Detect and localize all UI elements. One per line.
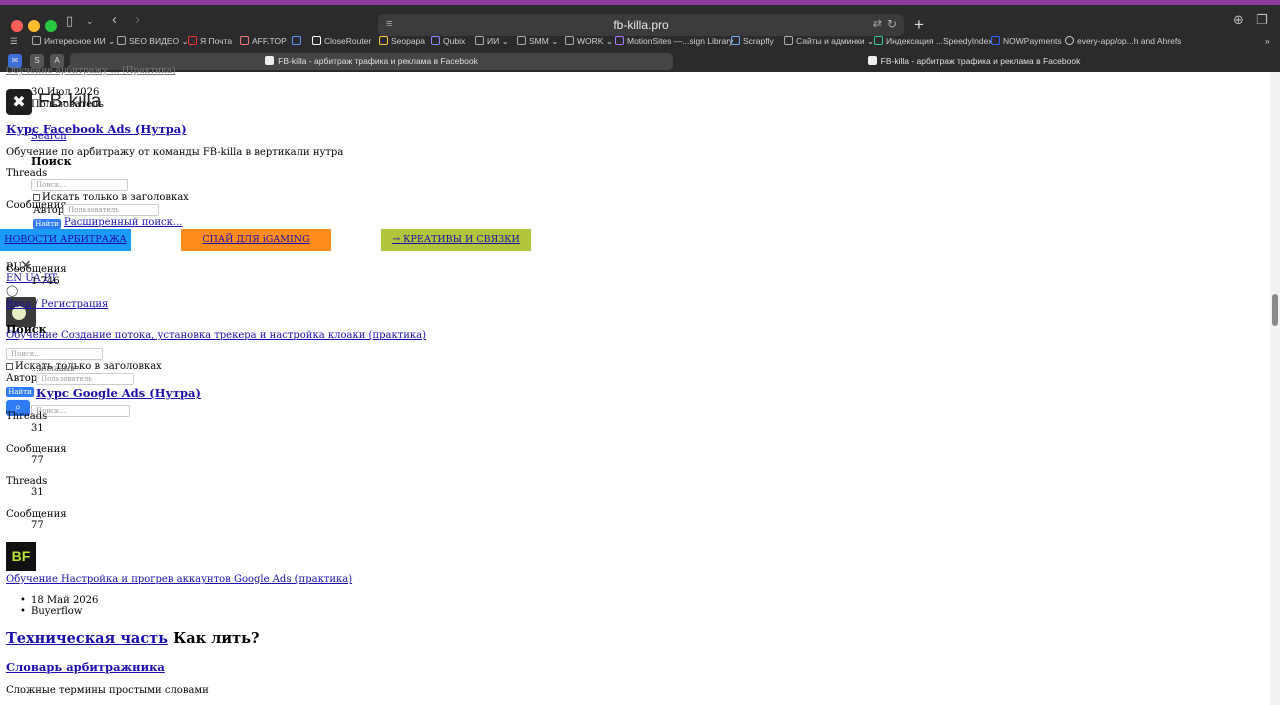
new-tab-button[interactable]: +	[909, 15, 929, 35]
post-author-2: Buyerflow	[31, 606, 83, 617]
search-input[interactable]: Поиск...	[31, 179, 128, 191]
bookmarks-overflow-icon[interactable]: »	[1265, 36, 1270, 46]
back-icon[interactable]: ‹	[112, 12, 117, 27]
browser-toolbar: ▯ ⌄ ‹ › ≡ fb-killa.pro ⇄ ↻ + ⊕ ❐	[0, 5, 1280, 36]
bookmark-7[interactable]: Qubix	[431, 36, 465, 46]
banner-news[interactable]: НОВОСТИ АРБИТРАЖА	[0, 229, 131, 251]
search-input-2[interactable]: Поиск...	[6, 348, 103, 360]
author-cut: ...иллааыв	[31, 364, 75, 373]
search-heading: Поиск	[31, 155, 72, 168]
bookmark-4[interactable]	[292, 36, 304, 46]
scrollbar-thumb[interactable]	[1272, 294, 1278, 326]
dictionary-link[interactable]: Словарь арбитражника	[6, 660, 165, 674]
bookmark-5[interactable]: CloseRouter	[312, 36, 371, 46]
threads-label-cut: Threads	[6, 411, 48, 422]
bookmark-6[interactable]: Seopapa	[379, 36, 425, 46]
messages-count: 1 746	[31, 276, 60, 287]
fb-killa-logo-icon[interactable]: ✖	[6, 89, 32, 115]
cut-off-link[interactable]: Обучение арбитражу ... (Практика)	[6, 66, 176, 76]
user-icon[interactable]: ◯	[6, 284, 18, 297]
author-input-2[interactable]: Пользователь	[36, 373, 134, 385]
address-url[interactable]: fb-killa.pro	[378, 18, 904, 32]
bookmark-0[interactable]: Интересное ИИ ⌄	[32, 36, 115, 47]
bookmark-9[interactable]: SMM ⌄	[517, 36, 558, 47]
threads-label: Threads	[6, 168, 48, 179]
dictionary-description: Сложные термины простыми словами	[6, 685, 209, 696]
banner-creatives[interactable]: → КРЕАТИВЫ И СВЯЗКИ	[381, 229, 531, 251]
download-icon[interactable]: ⊕	[1233, 13, 1244, 27]
tech-part-link[interactable]: Техническая часть	[6, 630, 168, 647]
bookmark-14[interactable]: Индексация ...SpeedyIndex	[874, 36, 993, 46]
search-link[interactable]: Search	[31, 131, 67, 142]
threads-label-2: Threads	[6, 476, 48, 487]
tab-inactive[interactable]: FB-killa - арбитраж трафика и реклама в …	[676, 53, 1272, 70]
minimize-window-button[interactable]	[28, 20, 40, 32]
bookmark-11[interactable]: MotionSites —...sign Library	[615, 36, 733, 46]
web-page: Обучение арбитражу ... (Практика) 30 Июл…	[0, 66, 1270, 705]
sidebar-toggle-icon[interactable]: ▯	[66, 14, 73, 28]
stat-messages-2: 77	[31, 520, 44, 531]
messages-label-3: Сообщения	[6, 444, 67, 455]
browser-chrome: ▯ ⌄ ‹ › ≡ fb-killa.pro ⇄ ↻ + ⊕ ❐ ☰ Интер…	[0, 0, 1280, 72]
bookmark-15[interactable]: NOWPayments	[991, 36, 1062, 46]
google-setup-link[interactable]: Обучение Настройка и прогрев аккаунтов G…	[6, 574, 352, 585]
tab-bar: ✉ S A FB-killa - арбитраж трафика и рекл…	[0, 51, 1280, 72]
find-button[interactable]: Найти	[33, 219, 61, 229]
tab-overview-icon[interactable]: ❐	[1256, 13, 1268, 27]
bullet-author: •	[20, 606, 26, 617]
buyerflow-logo[interactable]: BF	[6, 542, 36, 571]
banner-creatives-link[interactable]: → КРЕАТИВЫ И СВЯЗКИ	[392, 234, 520, 245]
banner-spy-link[interactable]: СПАЙ ДЛЯ iGAMING	[202, 234, 309, 245]
translate-icon[interactable]: ⇄	[873, 17, 882, 30]
messages-label-4: Сообщения	[6, 509, 67, 520]
stat-threads-1: 31	[31, 423, 44, 434]
bookmark-13[interactable]: Сайты и админки ⌄	[784, 36, 874, 47]
bookmark-16[interactable]: every-app/op...h and Ahrefs	[1065, 36, 1181, 46]
stat-messages-1: 77	[31, 455, 44, 466]
bookmark-1[interactable]: SEO ВИДЕО ⌄	[117, 36, 189, 47]
site-logo-text[interactable]: FB-killa	[38, 91, 101, 113]
favicon-icon	[265, 56, 275, 65]
reload-icon[interactable]: ↻	[887, 17, 897, 31]
bookmark-2[interactable]: Я Почта	[188, 36, 232, 46]
close-window-button[interactable]	[11, 20, 23, 32]
titles-only-checkbox-2[interactable]: Искать только в заголовках	[6, 361, 162, 372]
favicon-icon	[867, 56, 877, 65]
page-scrollbar[interactable]	[1270, 72, 1280, 705]
bookmark-8[interactable]: ИИ ⌄	[475, 36, 509, 47]
bullet-date: •	[20, 595, 26, 606]
author-input[interactable]: Пользователь	[63, 204, 159, 216]
tech-section-heading: Техническая часть Как лить?	[6, 630, 260, 647]
bookmark-12[interactable]: Scrapfly	[731, 36, 774, 46]
course-google-title[interactable]: Курс Google Ads (Нутра)	[36, 386, 201, 400]
bookmarks-bar: ☰ Интересное ИИ ⌄ SEO ВИДЕО ⌄ Я Почта AF…	[0, 33, 1280, 51]
find-button-2[interactable]: Найти	[6, 387, 34, 397]
bookmark-3[interactable]: AFF.TOP	[240, 36, 287, 46]
banner-spy[interactable]: СПАЙ ДЛЯ iGAMING	[181, 229, 331, 251]
chevron-down-icon[interactable]: ⌄	[86, 14, 94, 28]
bookmarks-sidebar-icon[interactable]: ☰	[10, 36, 18, 47]
advanced-search-link[interactable]: Расширенный поиск...	[64, 217, 182, 228]
close-icon[interactable]: ✕	[20, 258, 32, 274]
fullscreen-window-button[interactable]	[45, 20, 57, 32]
course-stream-link[interactable]: Обучение Создание потока, установка трек…	[6, 330, 426, 341]
banner-news-link[interactable]: НОВОСТИ АРБИТРАЖА	[4, 234, 126, 245]
bookmark-10[interactable]: WORK ⌄	[565, 36, 613, 47]
register-link[interactable]: Вход / Регистрация	[6, 299, 108, 310]
stat-threads-2: 31	[31, 487, 44, 498]
post-date-2: 18 Май 2026	[31, 595, 99, 606]
forward-icon[interactable]: ›	[135, 12, 140, 27]
